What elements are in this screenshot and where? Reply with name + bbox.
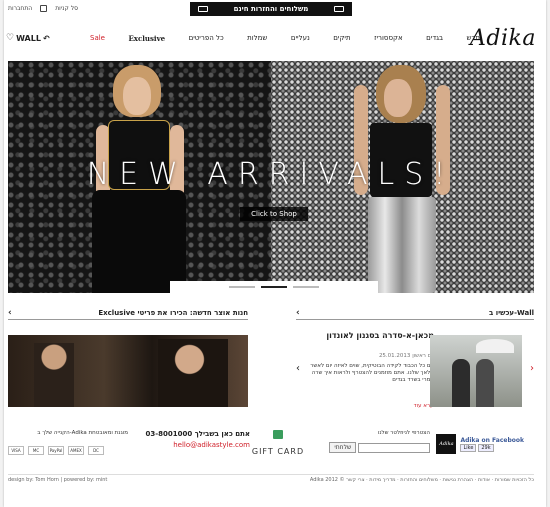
visa-icon: VISA — [8, 446, 24, 455]
post-date: 25.01.2013 יום ראשון — [378, 353, 434, 359]
payment-icons: VISA MC PayPal AMEX DC — [8, 446, 128, 455]
wall-heading-text: עכשיו ב-Wall — [488, 308, 534, 317]
click-to-shop-button[interactable]: Click to Shop — [240, 207, 308, 221]
shopping-bag-icon[interactable] — [40, 5, 48, 12]
post-excerpt: עם כל הכבוד לקידה הבוטיקית, שוים לאיזה י… — [310, 363, 434, 383]
truck-icon — [334, 6, 344, 12]
credits: design by: Tom Horn | powered by: mint — [8, 477, 108, 483]
slide-dot[interactable] — [229, 286, 255, 288]
wall-label: WALL — [16, 33, 41, 43]
slide-dot[interactable] — [293, 286, 319, 288]
slider-indicators — [170, 281, 378, 293]
category-menu: Sale Exclusive כל הפריטים שמלות נעליים ת… — [90, 34, 480, 43]
menu-item-bags[interactable]: תיקים — [333, 34, 350, 43]
gift-card-label: GIFT CARD — [251, 447, 305, 456]
slide-dot-active[interactable] — [261, 286, 287, 288]
next-arrow-icon[interactable]: › — [530, 363, 534, 374]
paypal-icon: PayPal — [48, 446, 64, 455]
wall-link[interactable]: ♡ WALL ↶ — [6, 33, 50, 43]
menu-item-exclusive[interactable]: Exclusive — [128, 34, 165, 43]
prev-arrow-icon[interactable]: ‹ — [296, 363, 300, 374]
amex-icon: AMEX — [68, 446, 84, 455]
exclusive-section-heading[interactable]: ‹ Exclusive חנות אוצר חדשה: הכירו את פרי… — [8, 306, 248, 320]
site-logo[interactable]: Adika — [470, 26, 536, 51]
mastercard-icon: MC — [28, 446, 44, 455]
menu-item-all[interactable]: כל הפריטים — [189, 34, 224, 43]
contact-email[interactable]: hello@adikastyle.com — [140, 441, 250, 449]
payment-block: הקנייה שלך ב-Adika מוגנת ומאובטחת VISA M… — [8, 430, 128, 455]
wall-section-heading[interactable]: ‹ עכשיו ב-Wall — [296, 306, 534, 320]
heart-icon: ♡ — [6, 33, 15, 43]
cart-link[interactable]: סל קניות — [55, 5, 78, 12]
gift-icon — [273, 430, 283, 439]
newsletter-block: הצטרפי לניוזלטר שלנו שלחתי — [314, 430, 430, 453]
diners-icon: DC — [88, 446, 104, 455]
facebook-like-count: 29k — [478, 444, 494, 452]
wall-post: ‹ מכאן-א-סדרה בסגנון לאונדון 25.01.2013 … — [296, 331, 534, 411]
secure-payment-label: הקנייה שלך ב-Adika מוגנת ומאובטחת — [37, 430, 128, 436]
exclusive-heading-text: Exclusive חנות אוצר חדשה: הכירו את פריטי — [98, 308, 248, 317]
page: התחברות סל קניות משלוחים והחזרות חינם ♡ … — [4, 0, 546, 507]
gift-card[interactable]: GIFT CARD — [250, 430, 306, 456]
facebook-title: Adika on Facebook — [460, 437, 524, 444]
main-nav: ♡ WALL ↶ Sale Exclusive כל הפריטים שמלות… — [4, 24, 546, 54]
menu-item-dresses[interactable]: שמלות — [247, 34, 267, 43]
menu-item-clothing[interactable]: בגדים — [426, 34, 443, 43]
contact-block: 03-8001000 אתם כאן בשבילך hello@adikasty… — [140, 430, 250, 449]
chevron-left-icon: ‹ — [8, 307, 12, 318]
footer: הקנייה שלך ב-Adika מוגנת ומאובטחת VISA M… — [8, 430, 534, 470]
back-arrow-icon: ↶ — [42, 33, 50, 43]
bottom-bar: design by: Tom Horn | powered by: mint A… — [8, 474, 534, 484]
truck-icon — [198, 6, 208, 12]
facebook-like-button[interactable]: Like — [460, 444, 477, 452]
contact-phone[interactable]: 03-8001000 אתם כאן בשבילך — [140, 430, 250, 438]
free-shipping-banner[interactable]: משלוחים והחזרות חינם — [190, 2, 352, 16]
menu-item-sale[interactable]: Sale — [90, 34, 105, 43]
newsletter-submit-button[interactable]: שלחתי — [329, 442, 357, 453]
chevron-left-icon: ‹ — [296, 307, 300, 318]
footer-links[interactable]: Adika 2012 © כל הזכויות שמורות · אודות ·… — [310, 477, 534, 484]
post-photo[interactable] — [430, 335, 522, 407]
account-links: התחברות סל קניות — [8, 5, 78, 12]
menu-item-shoes[interactable]: נעליים — [291, 34, 310, 43]
exclusive-image[interactable] — [8, 335, 248, 407]
hero-banner[interactable]: NEW ARRIVALS! Click to Shop — [8, 61, 534, 293]
login-link[interactable]: התחברות — [8, 5, 32, 12]
hero-title: NEW ARRIVALS! — [86, 157, 456, 192]
top-strip: התחברות סל קניות משלוחים והחזרות חינם — [4, 0, 546, 20]
facebook-widget: Adika Adika on Facebook Like 29k — [436, 434, 524, 454]
menu-item-accessories[interactable]: אקססוריז — [374, 34, 403, 43]
adika-fb-logo[interactable]: Adika — [436, 434, 457, 454]
post-title[interactable]: מכאן-א-סדרה בסגנון לאונדון — [300, 331, 434, 341]
promo-text: משלוחים והחזרות חינם — [233, 5, 309, 13]
newsletter-email-input[interactable] — [358, 442, 430, 453]
newsletter-label: הצטרפי לניוזלטר שלנו — [377, 430, 430, 436]
